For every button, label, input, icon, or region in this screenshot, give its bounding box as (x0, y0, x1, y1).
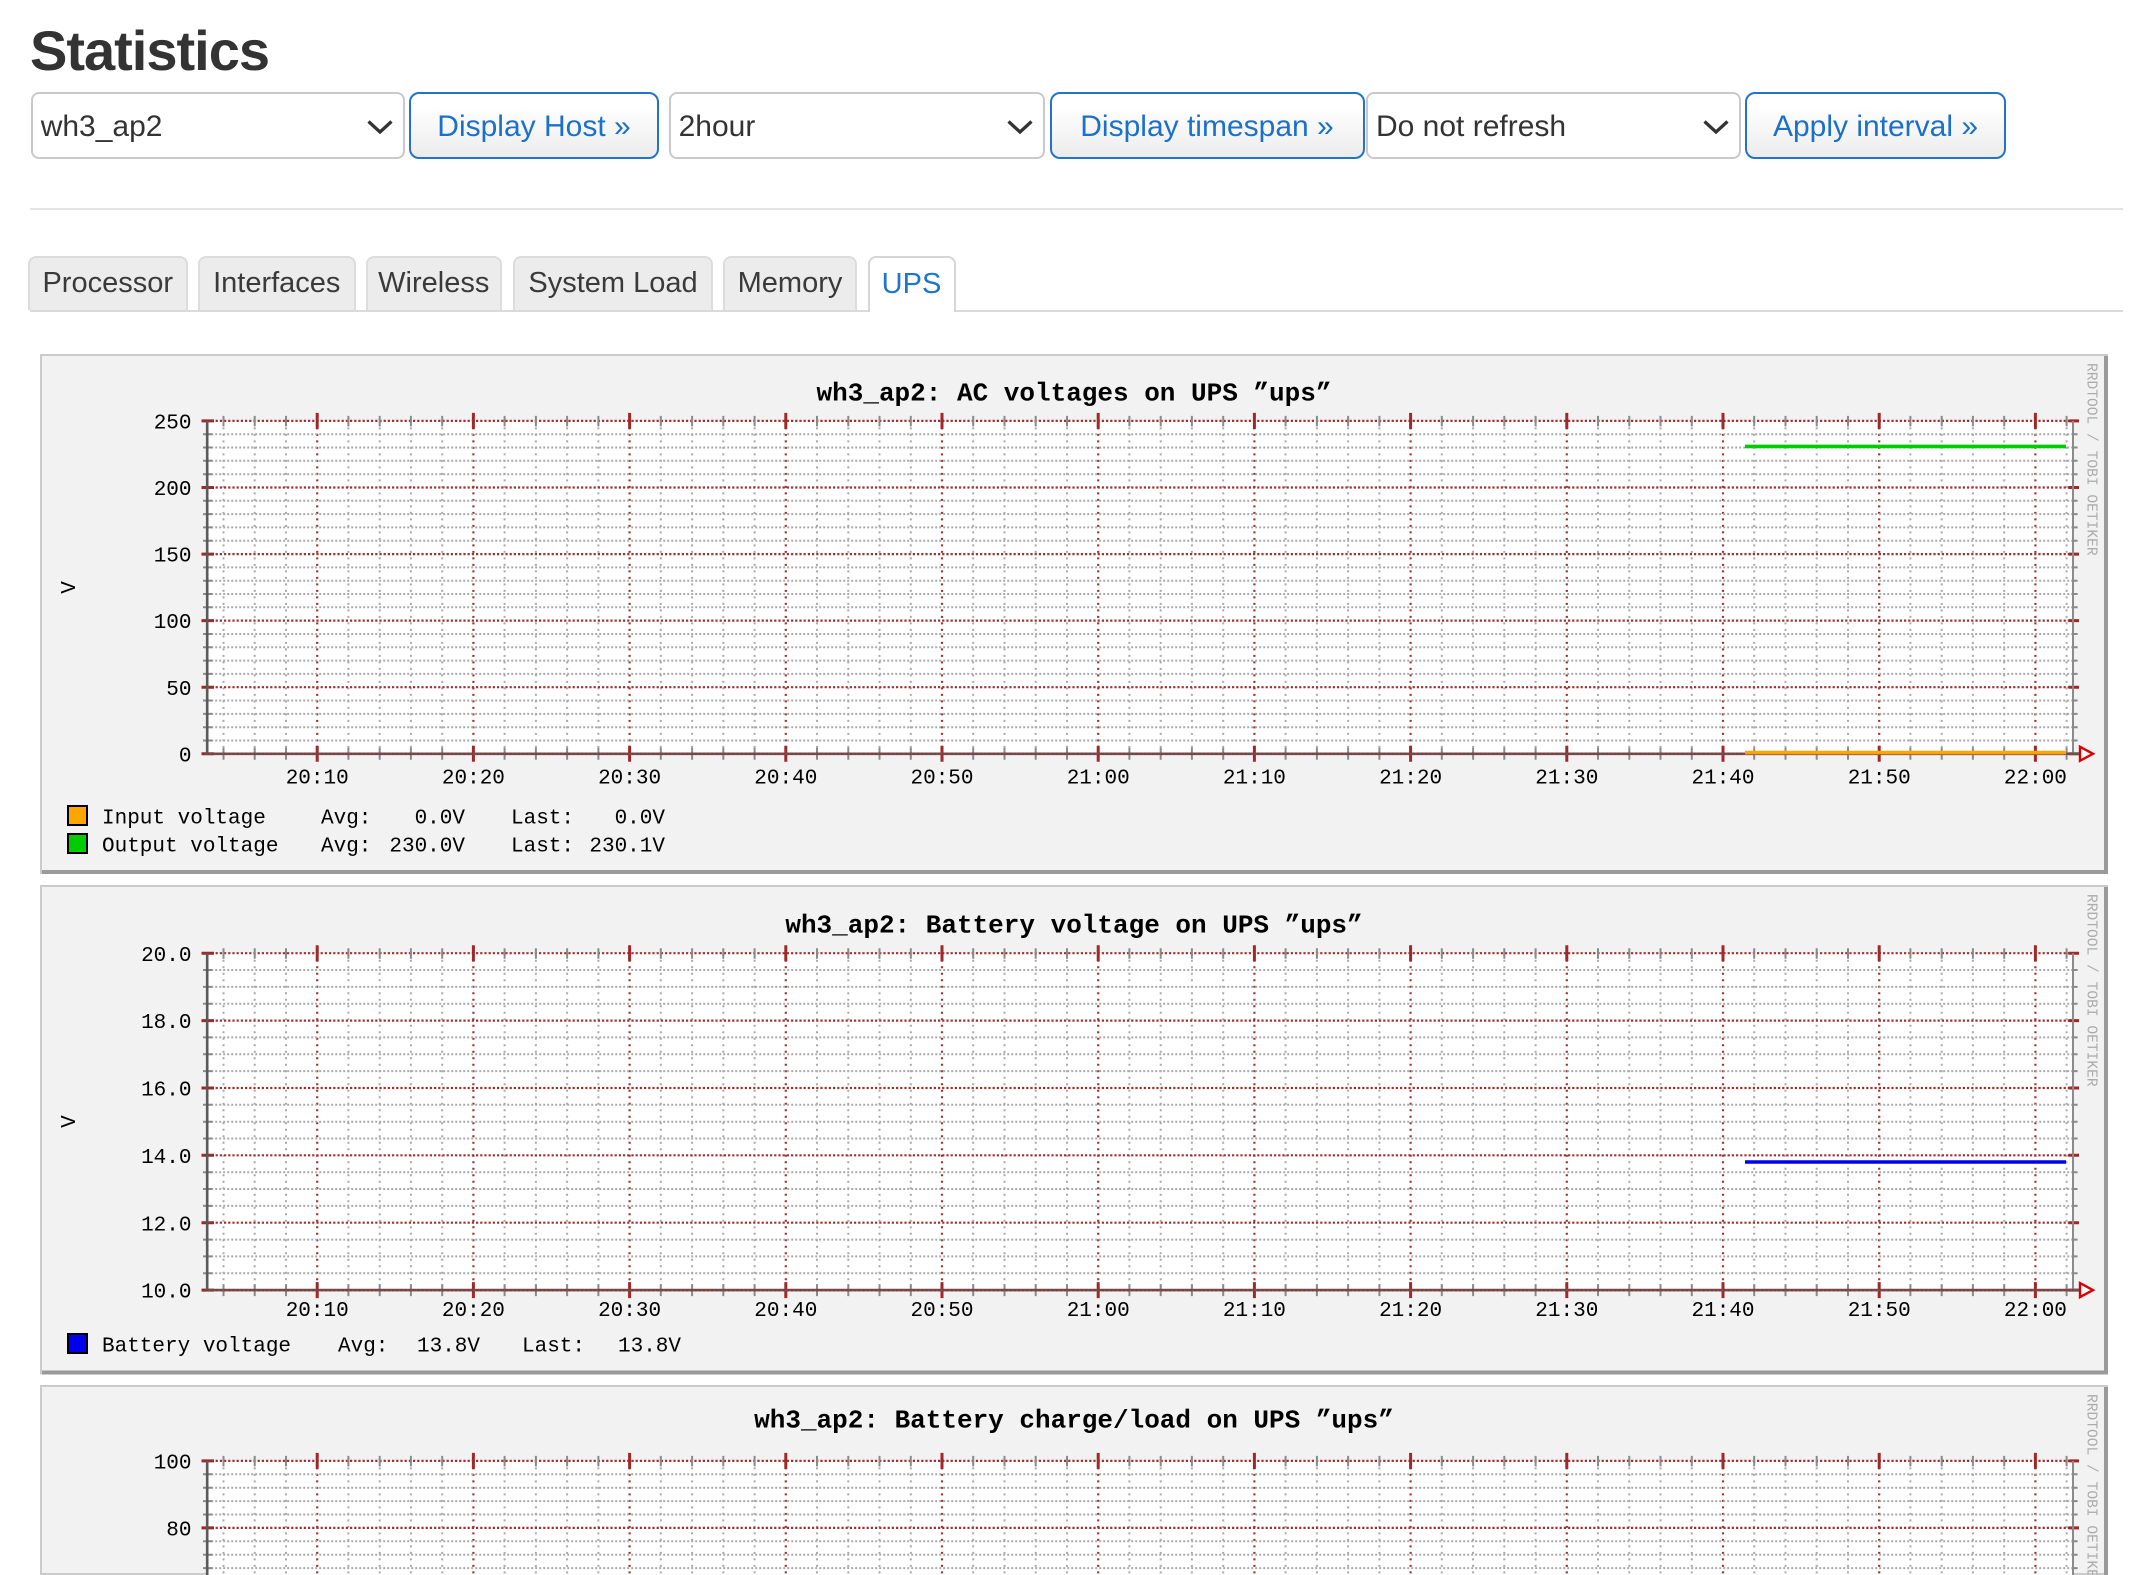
svg-text:20:20: 20:20 (442, 768, 505, 791)
svg-text:22:00: 22:00 (2004, 1300, 2067, 1323)
svg-text:21:50: 21:50 (1848, 1300, 1911, 1323)
svg-text:100: 100 (154, 1453, 192, 1476)
svg-text:22:00: 22:00 (2004, 768, 2067, 791)
svg-text:Input voltage: Input voltage (102, 808, 266, 831)
svg-text:21:10: 21:10 (1223, 1300, 1286, 1323)
svg-text:RRDTOOL / TOBI OETIKER: RRDTOOL / TOBI OETIKER (2083, 363, 2099, 556)
svg-text:230.0V: 230.0V (389, 836, 465, 859)
svg-text:21:50: 21:50 (1848, 768, 1911, 791)
svg-text:230.1V: 230.1V (589, 836, 665, 859)
svg-text:21:20: 21:20 (1379, 1300, 1442, 1323)
svg-text:RRDTOOL / TOBI OETIKER: RRDTOOL / TOBI OETIKER (2083, 1394, 2099, 1575)
svg-text:21:30: 21:30 (1535, 1300, 1598, 1323)
svg-text:21:30: 21:30 (1535, 768, 1598, 791)
svg-text:wh3_ap2: AC voltages on UPS ”u: wh3_ap2: AC voltages on UPS ”ups” (817, 379, 1332, 409)
svg-text:0: 0 (179, 745, 192, 768)
svg-text:wh3_ap2: Battery voltage on UP: wh3_ap2: Battery voltage on UPS ”ups” (785, 911, 1362, 941)
svg-text:14.0: 14.0 (141, 1147, 191, 1170)
svg-text:10.0: 10.0 (141, 1282, 191, 1305)
svg-text:20:50: 20:50 (910, 1300, 973, 1323)
svg-text:Last:: Last: (511, 836, 574, 859)
svg-text:20:10: 20:10 (286, 768, 349, 791)
svg-text:18.0: 18.0 (141, 1012, 191, 1035)
svg-text:20.0: 20.0 (141, 945, 191, 968)
svg-text:Output voltage: Output voltage (102, 836, 278, 859)
svg-text:Avg:: Avg: (321, 836, 371, 859)
svg-text:250: 250 (154, 413, 192, 436)
svg-text:13.8V: 13.8V (417, 1336, 480, 1359)
svg-text:20:30: 20:30 (598, 768, 661, 791)
svg-text:200: 200 (154, 479, 192, 502)
svg-text:wh3_ap2: Battery charge/load o: wh3_ap2: Battery charge/load on UPS ”ups… (754, 1406, 1394, 1436)
svg-text:V: V (59, 581, 82, 594)
svg-text:20:30: 20:30 (598, 1300, 661, 1323)
svg-text:Avg:: Avg: (321, 808, 371, 831)
svg-text:Avg:: Avg: (338, 1336, 388, 1359)
svg-text:21:20: 21:20 (1379, 768, 1442, 791)
svg-text:20:40: 20:40 (754, 1300, 817, 1323)
svg-text:V: V (59, 1115, 82, 1128)
svg-text:150: 150 (154, 546, 192, 569)
svg-text:13.8V: 13.8V (618, 1336, 681, 1359)
svg-text:0.0V: 0.0V (415, 808, 466, 831)
svg-text:0.0V: 0.0V (615, 808, 666, 831)
svg-text:21:40: 21:40 (1691, 1300, 1754, 1323)
svg-text:80: 80 (166, 1520, 191, 1543)
svg-text:Battery voltage: Battery voltage (102, 1336, 291, 1359)
svg-text:16.0: 16.0 (141, 1080, 191, 1103)
svg-text:100: 100 (154, 612, 192, 635)
svg-text:21:00: 21:00 (1067, 768, 1130, 791)
svg-text:20:50: 20:50 (910, 768, 973, 791)
svg-text:20:20: 20:20 (442, 1300, 505, 1323)
svg-text:RRDTOOL / TOBI OETIKER: RRDTOOL / TOBI OETIKER (2083, 894, 2099, 1087)
svg-text:20:10: 20:10 (286, 1300, 349, 1323)
svg-text:21:40: 21:40 (1691, 768, 1754, 791)
svg-text:50: 50 (166, 679, 191, 702)
svg-text:20:40: 20:40 (754, 768, 817, 791)
svg-text:21:00: 21:00 (1067, 1300, 1130, 1323)
svg-text:Last:: Last: (511, 808, 574, 831)
svg-text:Last:: Last: (522, 1336, 585, 1359)
svg-text:12.0: 12.0 (141, 1214, 191, 1237)
svg-text:21:10: 21:10 (1223, 768, 1286, 791)
